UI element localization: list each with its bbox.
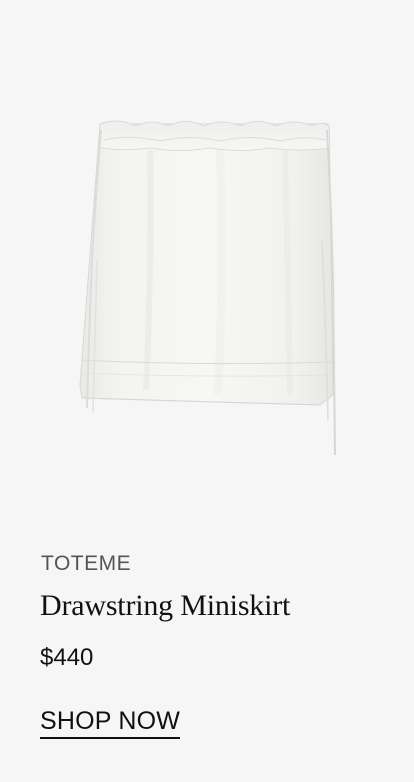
product-title[interactable]: Drawstring Miniskirt bbox=[40, 589, 290, 623]
skirt-illustration bbox=[79, 120, 336, 456]
shop-now-link[interactable]: SHOP NOW bbox=[40, 706, 181, 739]
brand-name: TOTEME bbox=[41, 552, 132, 575]
product-image[interactable] bbox=[0, 0, 414, 520]
product-card[interactable]: TOTEME Drawstring Miniskirt $440 SHOP NO… bbox=[0, 0, 414, 782]
product-price: $440 bbox=[40, 644, 94, 671]
